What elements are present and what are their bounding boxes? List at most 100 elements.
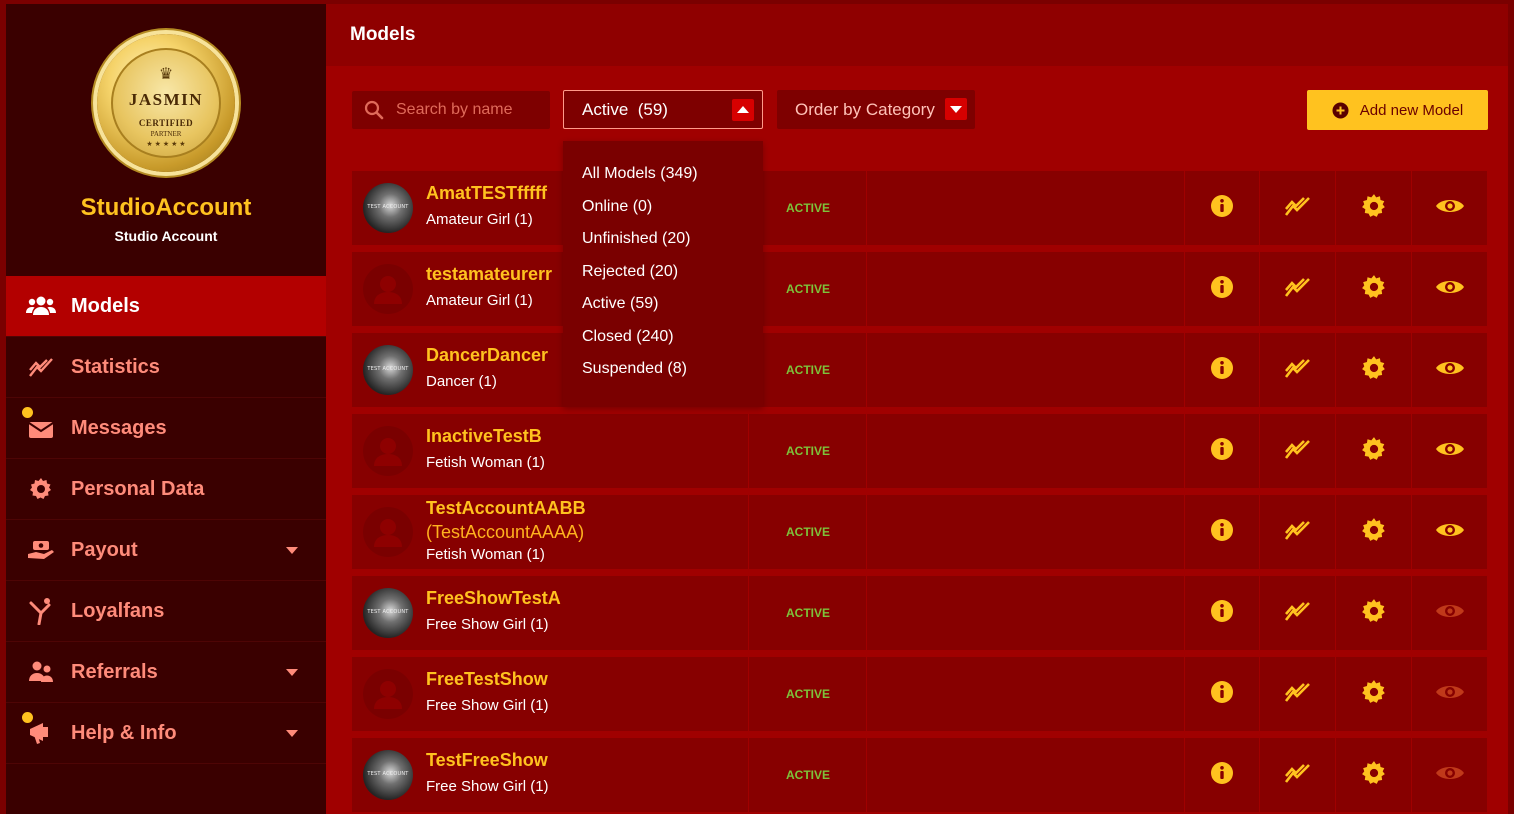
status-badge: ACTIVE [786, 201, 831, 215]
sidebar-item-loyalfans[interactable]: Loyalfans [6, 581, 326, 642]
dropdown-option-closed[interactable]: Closed (240) [563, 328, 763, 361]
view-profile-button[interactable] [1412, 738, 1489, 812]
dropdown-option-rejected[interactable]: Rejected (20) [563, 263, 763, 296]
view-profile-button[interactable] [1412, 171, 1489, 245]
avatar[interactable] [363, 183, 413, 233]
statistics-button[interactable] [1260, 252, 1337, 326]
model-name[interactable]: FreeShowTestA [426, 588, 561, 609]
model-name[interactable]: TestFreeShow [426, 750, 548, 771]
search-input[interactable] [396, 101, 546, 119]
statistics-button[interactable] [1260, 576, 1337, 650]
sidebar-item-label: Help & Info [71, 721, 177, 744]
dropdown-option-suspended[interactable]: Suspended (8) [563, 360, 763, 393]
avatar[interactable] [363, 264, 413, 314]
chevron-down-icon[interactable] [286, 730, 298, 737]
sidebar-item-statistics[interactable]: Statistics [6, 337, 326, 398]
sidebar-item-models[interactable]: Models [6, 276, 326, 337]
model-name[interactable]: DancerDancer [426, 345, 548, 366]
model-name[interactable]: FreeTestShow [426, 669, 548, 690]
view-profile-button[interactable] [1412, 414, 1489, 488]
statistics-button[interactable] [1260, 738, 1337, 812]
empty-cell [867, 495, 1185, 569]
chevron-up-icon[interactable] [732, 99, 754, 121]
statistics-button[interactable] [1260, 414, 1337, 488]
info-button[interactable] [1185, 738, 1261, 812]
settings-button[interactable] [1336, 738, 1413, 812]
statistics-button[interactable] [1260, 657, 1337, 731]
status-filter-select[interactable]: Active (59) [563, 90, 763, 129]
chevron-down-icon[interactable] [286, 669, 298, 676]
statistics-button[interactable] [1260, 333, 1337, 407]
sidebar-item-help-info[interactable]: Help & Info [6, 703, 326, 764]
search-icon [364, 100, 384, 120]
badge-inner: ♛ JASMIN CERTIFIED PARTNER ★ ★ ★ ★ ★ [111, 48, 221, 158]
settings-button[interactable] [1336, 576, 1413, 650]
info-icon [1210, 437, 1234, 466]
info-button[interactable] [1185, 657, 1261, 731]
view-profile-button[interactable] [1412, 657, 1489, 731]
info-button[interactable] [1185, 171, 1261, 245]
sidebar-item-label: Loyalfans [71, 599, 165, 622]
statistics-button[interactable] [1260, 495, 1337, 569]
settings-button[interactable] [1336, 252, 1413, 326]
chevron-down-icon[interactable] [945, 98, 967, 120]
dropdown-option-online[interactable]: Online (0) [563, 198, 763, 231]
info-button[interactable] [1185, 495, 1261, 569]
settings-button[interactable] [1336, 171, 1413, 245]
sidebar-item-personal-data[interactable]: Personal Data [6, 459, 326, 520]
view-profile-button[interactable] [1412, 576, 1489, 650]
status-badge: ACTIVE [786, 282, 831, 296]
avatar[interactable] [363, 750, 413, 800]
avatar[interactable] [363, 669, 413, 719]
gear-icon [1361, 274, 1387, 305]
avatar[interactable] [363, 507, 413, 557]
model-category: Fetish Woman (1) [426, 454, 545, 471]
view-profile-button[interactable] [1412, 333, 1489, 407]
settings-button[interactable] [1336, 495, 1413, 569]
avatar[interactable] [363, 588, 413, 638]
avatar[interactable] [363, 345, 413, 395]
model-name[interactable]: TestAccountAABB [426, 498, 586, 519]
status-filter-value: Active (59) [582, 99, 668, 119]
gear-icon [1361, 193, 1387, 224]
sidebar-item-label: Models [71, 294, 140, 317]
model-category: Amateur Girl (1) [426, 211, 533, 228]
dropdown-option-all[interactable]: All Models (349) [563, 165, 763, 198]
info-button[interactable] [1185, 576, 1261, 650]
info-button[interactable] [1185, 252, 1261, 326]
model-name[interactable]: AmatTESTfffff [426, 183, 547, 204]
chevron-down-icon[interactable] [286, 547, 298, 554]
sidebar-item-label: Personal Data [71, 477, 205, 500]
gear-icon [1361, 517, 1387, 548]
dropdown-option-unfinished[interactable]: Unfinished (20) [563, 230, 763, 263]
settings-button[interactable] [1336, 657, 1413, 731]
badge-partner: PARTNER [150, 130, 182, 138]
info-button[interactable] [1185, 333, 1261, 407]
dropdown-option-active[interactable]: Active (59) [563, 295, 763, 328]
chart-line-icon [1284, 680, 1312, 709]
add-model-button[interactable]: Add new Model [1307, 90, 1488, 130]
model-category: Fetish Woman (1) [426, 546, 545, 563]
sidebar: ♛ JASMIN CERTIFIED PARTNER ★ ★ ★ ★ ★ Stu… [0, 0, 326, 814]
info-button[interactable] [1185, 414, 1261, 488]
settings-button[interactable] [1336, 414, 1413, 488]
sidebar-item-referrals[interactable]: Referrals [6, 642, 326, 703]
avatar[interactable] [363, 426, 413, 476]
empty-cell [867, 576, 1185, 650]
sidebar-item-payout[interactable]: Payout [6, 520, 326, 581]
search-box[interactable] [352, 91, 550, 129]
chart-line-icon [1284, 356, 1312, 385]
badge-brand: JASMIN [128, 90, 204, 109]
view-profile-button[interactable] [1412, 252, 1489, 326]
studio-subtitle: Studio Account [114, 228, 218, 244]
settings-button[interactable] [1336, 333, 1413, 407]
statistics-button[interactable] [1260, 171, 1337, 245]
order-filter-select[interactable]: Order by Category [777, 90, 975, 129]
model-name[interactable]: InactiveTestB [426, 426, 542, 447]
sidebar-item-messages[interactable]: Messages [6, 398, 326, 459]
chart-line-icon [26, 352, 56, 382]
view-profile-button[interactable] [1412, 495, 1489, 569]
model-name[interactable]: testamateurerr [426, 264, 552, 285]
model-category: Amateur Girl (1) [426, 292, 533, 309]
sidebar-nav: Models Statistics Messages Personal Data [6, 276, 326, 764]
